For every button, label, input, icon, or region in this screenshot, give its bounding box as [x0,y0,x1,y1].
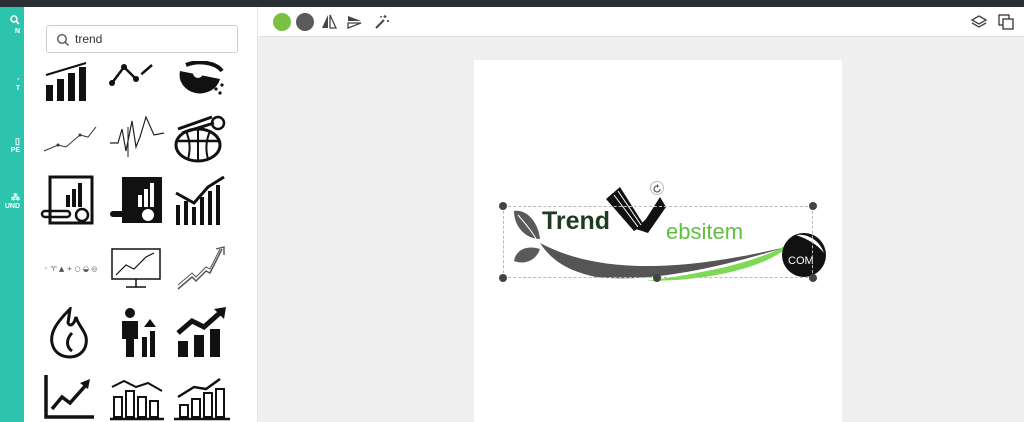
color-swatch-gray[interactable] [296,13,314,31]
icon-panel: ◦ ♈ ▲ + ○ ◒ ◎ [24,7,258,422]
resize-handle-bottom-middle[interactable] [653,274,661,282]
bars-line-icon[interactable] [108,373,168,422]
rail-item-text-label: T [15,85,20,92]
resize-handle-bottom-left[interactable] [499,274,507,282]
layers-icon[interactable] [970,13,988,31]
magic-wand-icon[interactable] [373,13,391,31]
shape-icon: ▯ [15,136,20,146]
top-strip [0,0,1024,7]
resize-handle-top-right[interactable] [809,202,817,210]
search-icon [0,15,20,27]
rail-item-text[interactable]: · T [0,75,24,93]
growth-bars-arrow-icon[interactable] [172,307,232,359]
globe-chart-icon[interactable] [172,111,232,163]
rail-item-background[interactable]: ⁂ UND [0,193,24,211]
rail-item-design-label: N [14,28,20,35]
flame-icon[interactable] [40,307,100,359]
duplicate-icon[interactable] [997,13,1015,31]
bars-arrow-icon[interactable] [172,373,232,422]
report-clipboard-icon[interactable] [40,175,100,227]
small-symbols-icon[interactable]: ◦ ♈ ▲ + ○ ◒ ◎ [40,239,100,291]
search-icon [56,33,69,46]
flip-vertical-icon[interactable] [346,13,364,31]
background-icon: ⁂ [11,192,20,202]
resize-handle-bottom-right[interactable] [809,274,817,282]
rotate-icon[interactable] [650,181,664,195]
line-chart-icon[interactable] [102,61,162,113]
bar-chart-icon[interactable] [40,61,100,113]
color-swatch-green[interactable] [273,13,291,31]
text-icon: · [17,74,20,84]
heartbeat-line-icon[interactable] [106,107,166,159]
search-box[interactable] [46,25,238,53]
globe-dots-icon[interactable] [170,61,230,113]
svg-text:◦ ♈ ▲ + ○ ◒ ◎: ◦ ♈ ▲ + ○ ◒ ◎ [44,265,97,273]
trend-line-thin-icon[interactable] [40,115,100,167]
report-clipboard-filled-icon[interactable] [108,175,168,227]
left-rail: N · T ▯ PE ⁂ UND [0,7,24,422]
flip-horizontal-icon[interactable] [320,13,338,31]
rail-item-design[interactable]: N [0,15,24,36]
rising-bars-icon[interactable] [172,175,232,227]
canvas-area: Trend ebsitem COM [258,7,1024,422]
search-input[interactable] [75,30,230,48]
line-chart-arrow-icon[interactable] [40,373,100,422]
person-growth-icon[interactable] [108,307,168,359]
rail-item-shape-label: PE [10,147,20,154]
rail-item-background-label: UND [4,203,20,210]
resize-handle-top-left[interactable] [499,202,507,210]
monitor-chart-icon[interactable] [108,239,168,291]
arrow-zigzag-icon[interactable] [172,243,232,295]
selection-box[interactable] [503,206,813,278]
toolbar [258,7,1024,37]
rail-item-shape[interactable]: ▯ PE [0,137,24,155]
